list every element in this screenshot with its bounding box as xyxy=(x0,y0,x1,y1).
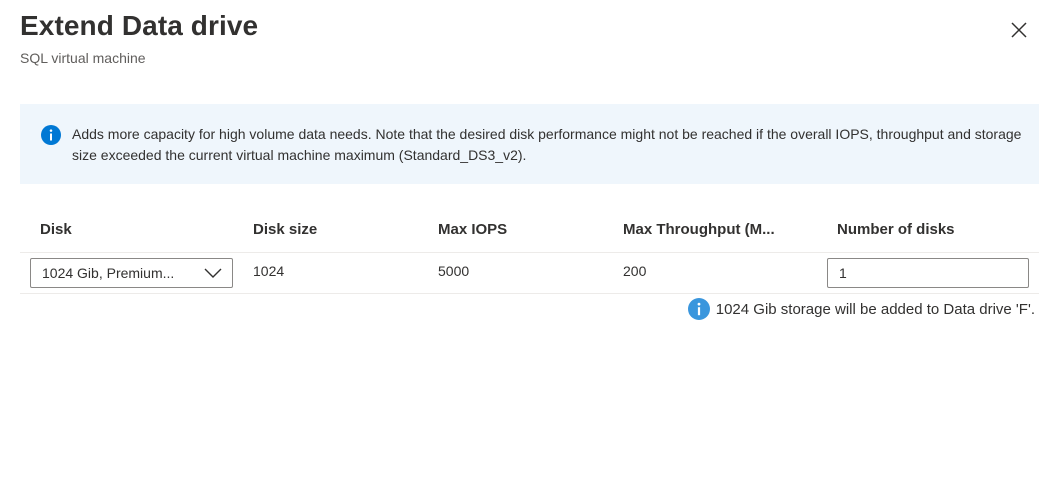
number-of-disks-input[interactable] xyxy=(827,258,1029,288)
storage-note: 1024 Gib storage will be added to Data d… xyxy=(687,298,1035,320)
table-row: 1024 Gib, Premium... 1024 5000 200 xyxy=(20,253,1039,294)
max-throughput-value: 200 xyxy=(623,263,647,279)
panel-subtitle: SQL virtual machine xyxy=(20,50,146,66)
info-icon xyxy=(41,125,61,145)
column-header-max-iops: Max IOPS xyxy=(438,221,508,238)
storage-note-text: 1024 Gib storage will be added to Data d… xyxy=(715,300,1035,318)
info-banner: Adds more capacity for high volume data … xyxy=(20,104,1039,184)
disk-dropdown[interactable]: 1024 Gib, Premium... xyxy=(30,258,233,288)
extend-data-drive-panel: Extend Data drive SQL virtual machine Ad… xyxy=(0,0,1057,491)
info-banner-text: Adds more capacity for high volume data … xyxy=(72,126,1022,163)
chevron-down-icon xyxy=(204,268,222,278)
column-header-disk: Disk xyxy=(40,221,72,238)
close-icon xyxy=(1011,22,1027,38)
disk-grid: Disk Disk size Max IOPS Max Throughput (… xyxy=(20,208,1039,294)
info-icon xyxy=(687,298,710,320)
disk-dropdown-value: 1024 Gib, Premium... xyxy=(42,265,175,281)
grid-header: Disk Disk size Max IOPS Max Throughput (… xyxy=(20,208,1039,253)
column-header-disk-size: Disk size xyxy=(253,221,318,238)
column-header-number-of-disks: Number of disks xyxy=(837,221,955,238)
max-iops-value: 5000 xyxy=(438,263,470,279)
disk-size-value: 1024 xyxy=(253,263,285,279)
panel-title: Extend Data drive xyxy=(20,10,259,41)
column-header-max-throughput: Max Throughput (M... xyxy=(623,221,775,238)
close-button[interactable] xyxy=(1004,15,1034,45)
